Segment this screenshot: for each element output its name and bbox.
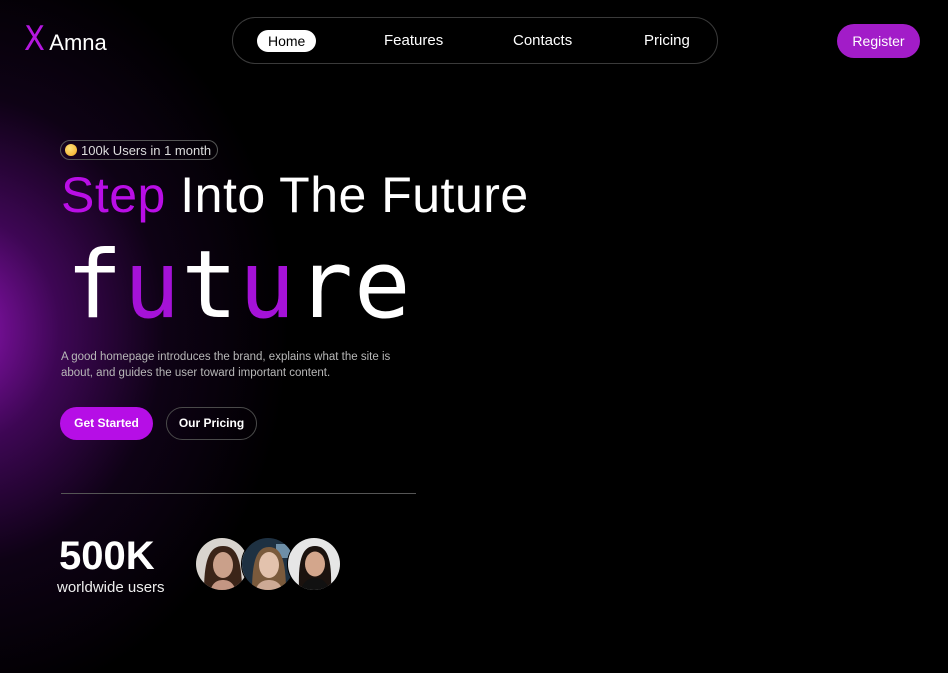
- main-nav: Home Features Contacts Pricing: [232, 17, 718, 64]
- users-badge: 100k Users in 1 month: [60, 140, 219, 160]
- get-started-button[interactable]: Get Started: [60, 407, 153, 440]
- headline-accent: Step: [61, 167, 166, 223]
- logo-text: Amna: [49, 30, 107, 55]
- future-letter: f: [66, 231, 124, 340]
- future-letter: t: [181, 231, 239, 340]
- users-stat-label: worldwide users: [57, 579, 165, 596]
- smiling-face-emoji-icon: [65, 144, 77, 156]
- headline-rest: Into The Future: [180, 167, 529, 223]
- future-letter: r: [296, 231, 354, 340]
- users-badge-text: 100k Users in 1 month: [81, 142, 212, 158]
- divider: [61, 493, 416, 494]
- logo-mark: X: [24, 19, 45, 59]
- logo[interactable]: X Amna: [24, 22, 107, 56]
- user-avatars: [195, 537, 345, 593]
- landing-page: X Amna Home Features Contacts Pricing Re…: [0, 0, 948, 673]
- future-letter: u: [238, 231, 297, 340]
- nav-item-pricing[interactable]: Pricing: [644, 31, 690, 51]
- hero-headline: Step Into The Future: [61, 166, 529, 224]
- future-letter: e: [353, 231, 412, 340]
- nav-item-features[interactable]: Features: [384, 31, 443, 51]
- hero-description: A good homepage introduces the brand, ex…: [61, 351, 391, 379]
- register-button[interactable]: Register: [837, 24, 920, 58]
- users-stat-value: 500K: [59, 534, 155, 578]
- our-pricing-button[interactable]: Our Pricing: [166, 407, 257, 440]
- nav-item-home[interactable]: Home: [257, 30, 317, 52]
- future-letter: u: [123, 231, 182, 340]
- nav-item-contacts[interactable]: Contacts: [513, 31, 572, 51]
- avatar: [287, 537, 341, 591]
- future-word: future: [66, 236, 412, 336]
